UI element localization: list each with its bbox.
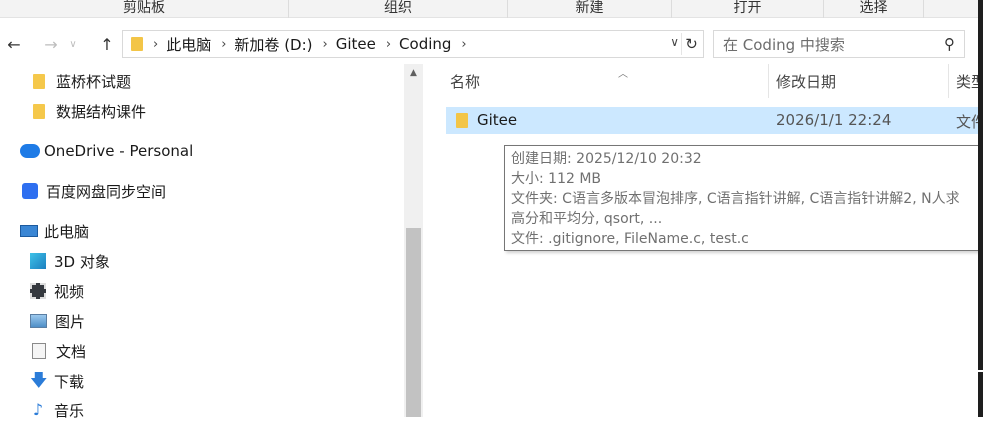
- search-box[interactable]: 在 Coding 中搜索 ⚲: [713, 30, 965, 58]
- ribbon-group-new: 新建: [508, 0, 672, 18]
- tree-item-label: 下载: [54, 372, 85, 391]
- tree-item-documents[interactable]: 文档: [30, 340, 86, 362]
- tree-item-label: 音乐: [54, 401, 85, 420]
- refresh-icon: ↻: [685, 35, 698, 53]
- tooltip-subfolders-continued: 高分和平均分, qsort, ...: [511, 211, 663, 227]
- search-icon[interactable]: ⚲: [944, 35, 955, 53]
- window-edge: [978, 0, 983, 417]
- tree-item-downloads[interactable]: 🡇 下载: [30, 370, 84, 392]
- tree-item-pictures[interactable]: 图片: [30, 310, 85, 332]
- navigation-pane-scrollbar[interactable]: ▲: [404, 64, 423, 417]
- ribbon-group-organize: 组织: [289, 0, 508, 18]
- refresh-button[interactable]: ↻: [681, 33, 701, 55]
- forward-button[interactable]: →: [40, 31, 62, 57]
- tree-item-onedrive[interactable]: OneDrive - Personal: [20, 140, 193, 162]
- chevron-right-icon[interactable]: ›: [386, 37, 391, 52]
- tree-item-lanqiao[interactable]: 蓝桥杯试题: [30, 70, 131, 92]
- tree-item-3d-objects[interactable]: 3D 对象: [30, 250, 110, 272]
- arrow-right-icon: →: [44, 34, 58, 54]
- back-button[interactable]: ←: [3, 31, 25, 57]
- tree-item-label: 百度网盘同步空间: [46, 182, 167, 201]
- up-button[interactable]: ↑: [96, 31, 118, 57]
- folder-icon: [131, 37, 143, 51]
- tooltip-files: 文件: .gitignore, FileName.c, test.c: [511, 231, 749, 247]
- tree-item-label: 图片: [55, 312, 86, 331]
- folder-icon: [33, 103, 45, 119]
- folder-info-tooltip: 创建日期: 2025/12/10 20:32 大小: 112 MB 文件夹: C…: [504, 145, 983, 251]
- tree-item-label: 文档: [56, 342, 87, 361]
- address-bar[interactable]: › 此电脑 › 新加卷 (D:) › Gitee › Coding › ∨ ↻: [122, 30, 704, 58]
- this-pc-icon: [20, 225, 38, 237]
- recent-locations-button[interactable]: ∨: [62, 31, 84, 57]
- ribbon-group-select: 选择: [824, 0, 924, 18]
- chevron-down-icon: ∨: [670, 35, 679, 49]
- videos-icon: [30, 283, 46, 299]
- arrow-up-icon: ↑: [100, 34, 114, 54]
- tree-item-videos[interactable]: 视频: [30, 280, 84, 302]
- ribbon-group-clipboard: 剪贴板: [0, 0, 289, 18]
- scroll-up-button[interactable]: ▲: [404, 64, 423, 82]
- breadcrumb-this-pc[interactable]: 此电脑: [166, 34, 211, 55]
- chevron-right-icon[interactable]: ›: [221, 37, 226, 52]
- ribbon-group-labels: 剪贴板 组织 新建 打开 选择: [0, 0, 983, 18]
- ribbon-group-open: 打开: [672, 0, 824, 18]
- tree-item-music[interactable]: ♪ 音乐: [30, 399, 84, 421]
- search-placeholder[interactable]: 在 Coding 中搜索: [723, 34, 845, 55]
- chevron-right-icon[interactable]: ›: [461, 37, 466, 52]
- chevron-right-icon[interactable]: ›: [323, 37, 328, 52]
- file-modified-date: 2026/1/1 22:24: [776, 111, 892, 129]
- breadcrumb-gitee[interactable]: Gitee: [336, 35, 376, 53]
- folder-icon: [33, 73, 45, 89]
- column-header-name[interactable]: 名称 ︿: [444, 64, 769, 98]
- documents-icon: [32, 343, 46, 359]
- tree-item-label: 视频: [54, 282, 85, 301]
- tree-item-label: 蓝桥杯试题: [56, 72, 132, 91]
- folder-icon: [456, 113, 468, 128]
- address-dropdown-button[interactable]: ∨: [670, 35, 679, 49]
- file-row-gitee[interactable]: Gitee 2026/1/1 22:24 文件: [446, 107, 983, 134]
- file-name: Gitee: [477, 111, 518, 129]
- scrollbar-thumb[interactable]: [406, 228, 421, 417]
- column-header-label: 名称: [450, 72, 481, 91]
- tree-item-this-pc[interactable]: 此电脑: [20, 220, 89, 242]
- navigation-pane: 蓝桥杯试题 数据结构课件 OneDrive - Personal 百度网盘同步空…: [0, 64, 423, 420]
- onedrive-cloud-icon: [20, 144, 40, 158]
- arrow-left-icon: ←: [7, 34, 21, 54]
- baidu-netdisk-icon: [22, 183, 38, 199]
- cursor-mark: [978, 370, 983, 372]
- breadcrumb-coding[interactable]: Coding: [399, 35, 451, 53]
- pictures-icon: [30, 314, 47, 328]
- column-header-label: 修改日期: [776, 72, 837, 91]
- column-header-modified[interactable]: 修改日期: [769, 64, 949, 98]
- sort-ascending-icon: ︿: [618, 69, 628, 80]
- 3d-objects-icon: [30, 253, 46, 269]
- downloads-icon: 🡇: [30, 371, 48, 391]
- tree-item-label: 3D 对象: [54, 252, 110, 271]
- navigation-bar: ← → ∨ ↑ › 此电脑 › 新加卷 (D:) › Gitee › Codin…: [0, 26, 983, 62]
- tree-item-label: 数据结构课件: [56, 102, 147, 121]
- tree-item-data-structure[interactable]: 数据结构课件: [30, 100, 146, 122]
- chevron-right-icon[interactable]: ›: [153, 37, 158, 52]
- tooltip-subfolders: 文件夹: C语言多版本冒泡排序, C语言指针讲解, C语言指针讲解2, N人求: [511, 191, 960, 207]
- tree-item-label: 此电脑: [44, 222, 90, 241]
- breadcrumb-drive-d[interactable]: 新加卷 (D:): [234, 34, 312, 55]
- tree-item-baidu-netdisk[interactable]: 百度网盘同步空间: [20, 180, 166, 202]
- chevron-down-icon: ∨: [69, 38, 77, 50]
- tooltip-created-date: 创建日期: 2025/12/10 20:32: [511, 151, 702, 167]
- tree-item-label: OneDrive - Personal: [44, 142, 194, 160]
- triangle-up-icon: ▲: [410, 68, 417, 78]
- tooltip-size: 大小: 112 MB: [511, 171, 602, 187]
- music-icon: ♪: [32, 400, 44, 419]
